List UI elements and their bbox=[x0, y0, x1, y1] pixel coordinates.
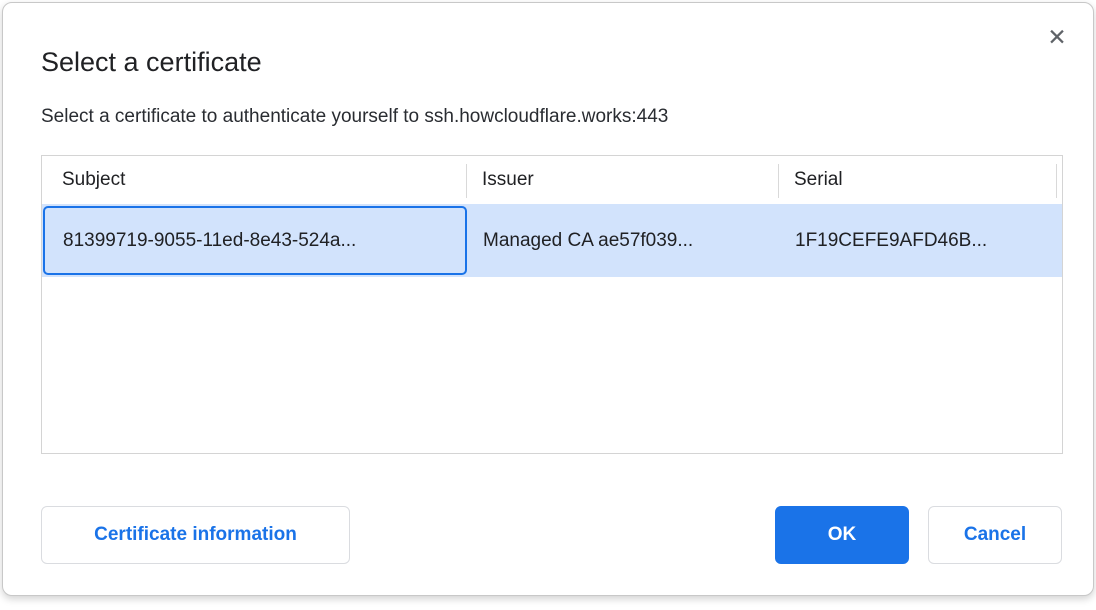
cancel-button[interactable]: Cancel bbox=[928, 506, 1062, 564]
certificate-row-selected[interactable]: 81399719-9055-11ed-8e43-524a... Managed … bbox=[42, 204, 1062, 277]
close-icon[interactable]: ✕ bbox=[1041, 21, 1073, 53]
certificate-information-button[interactable]: Certificate information bbox=[41, 506, 350, 564]
column-header-issuer: Issuer bbox=[467, 156, 779, 204]
ok-button[interactable]: OK bbox=[775, 506, 909, 564]
header-gutter bbox=[1057, 156, 1062, 204]
cell-serial[interactable]: 1F19CEFE9AFD46B... bbox=[779, 204, 1057, 277]
table-header-row: Subject Issuer Serial bbox=[42, 156, 1062, 204]
dialog-title: Select a certificate bbox=[41, 47, 262, 78]
screen: ✕ Select a certificate Select a certific… bbox=[0, 0, 1096, 610]
certificate-select-dialog: ✕ Select a certificate Select a certific… bbox=[2, 2, 1094, 596]
certificate-table: Subject Issuer Serial 81399719-9055-11ed… bbox=[41, 155, 1063, 454]
dialog-subtitle: Select a certificate to authenticate you… bbox=[41, 106, 668, 128]
cell-subject[interactable]: 81399719-9055-11ed-8e43-524a... bbox=[43, 206, 467, 275]
column-header-subject: Subject bbox=[42, 156, 467, 204]
cell-issuer[interactable]: Managed CA ae57f039... bbox=[467, 204, 779, 277]
column-header-serial: Serial bbox=[779, 156, 1057, 204]
